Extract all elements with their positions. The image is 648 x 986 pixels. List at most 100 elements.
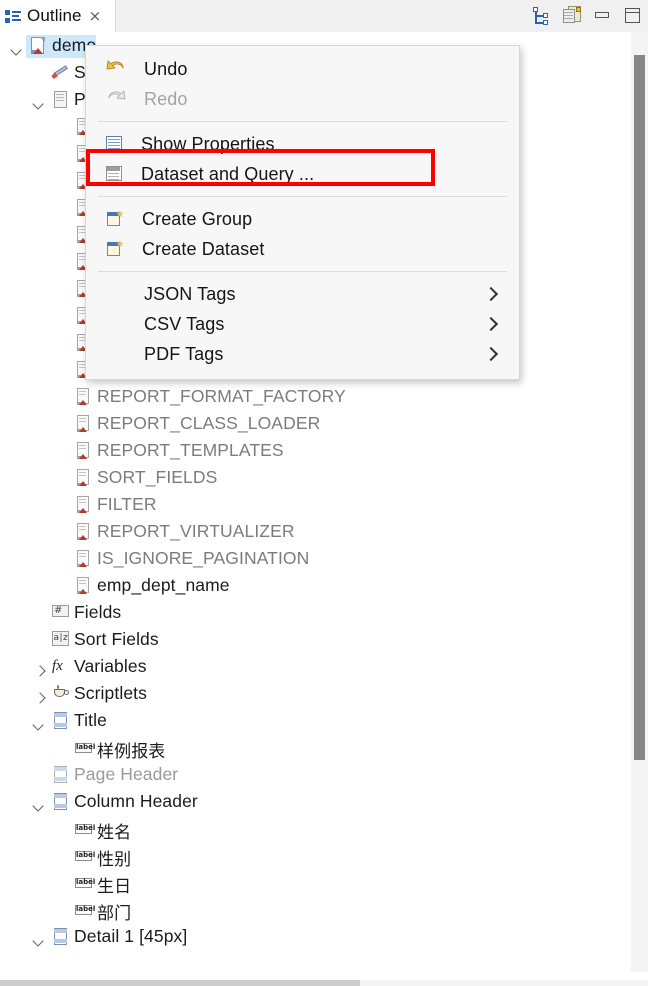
label-element-icon: label	[75, 823, 92, 836]
variables-fx-icon: fx	[52, 658, 70, 675]
tree-row-label: 部门	[97, 899, 131, 924]
context-menu[interactable]: UndoRedoShow PropertiesDataset and Query…	[85, 45, 520, 380]
parameter-icon	[75, 442, 92, 460]
tree-row-label: 姓名	[97, 818, 131, 843]
tree-row[interactable]: Scriptlets	[0, 681, 620, 708]
band-icon	[52, 712, 69, 730]
chevron-right-icon	[484, 287, 498, 301]
vertical-scrollbar[interactable]	[631, 32, 648, 972]
menu-item-csv-tags[interactable]: CSV Tags	[86, 309, 519, 339]
menu-icon	[106, 284, 126, 304]
tree-row-label: Sort Fields	[74, 629, 159, 650]
band-icon	[52, 928, 69, 946]
menu-item-label: PDF Tags	[144, 344, 224, 365]
tree-row-label: Page Header	[74, 764, 178, 785]
tree-row[interactable]: label样例报表	[0, 735, 620, 762]
outline-view-window: Outline × demoStylesParametersREPORT_RES…	[0, 0, 648, 986]
new-dataset-icon	[106, 240, 124, 258]
tree-row-label: REPORT_TEMPLATES	[97, 440, 284, 461]
tab-outline-label: Outline	[27, 6, 82, 26]
tree-row[interactable]: # Fields	[0, 600, 620, 627]
scriptlets-coffee-icon	[52, 685, 70, 701]
chevron-down-icon[interactable]	[34, 716, 46, 728]
tree-row[interactable]: REPORT_VIRTUALIZER	[0, 519, 620, 546]
menu-item-redo: Redo	[86, 84, 519, 114]
chevron-right-icon[interactable]	[34, 689, 46, 701]
dataset-and-query-highlight	[86, 149, 435, 186]
link-with-editor-icon[interactable]	[532, 6, 551, 25]
menu-item-label: JSON Tags	[144, 284, 236, 305]
menu-icon	[106, 344, 126, 364]
horizontal-scrollbar[interactable]	[0, 980, 648, 986]
horizontal-scrollbar-thumb[interactable]	[0, 980, 360, 986]
chevron-right-icon[interactable]	[34, 662, 46, 674]
menu-icon	[106, 314, 126, 334]
menu-item-undo[interactable]: Undo	[86, 54, 519, 84]
chevron-down-icon[interactable]	[34, 932, 46, 944]
tree-row-label: Column Header	[74, 791, 198, 812]
tree-row[interactable]: SORT_FIELDS	[0, 465, 620, 492]
menu-item-create-dataset[interactable]: Create Dataset	[86, 234, 519, 264]
view-toolbar	[532, 0, 642, 31]
tree-row[interactable]: Column Header	[0, 789, 620, 816]
tree-row[interactable]: IS_IGNORE_PAGINATION	[0, 546, 620, 573]
tree-row[interactable]: emp_dept_name	[0, 573, 620, 600]
chevron-down-icon[interactable]	[12, 41, 24, 53]
tree-row[interactable]: label性别	[0, 843, 620, 870]
parameter-icon	[75, 550, 92, 568]
menu-item-label: Create Group	[142, 209, 252, 230]
tree-row-label: SORT_FIELDS	[97, 467, 217, 488]
vertical-scrollbar-thumb[interactable]	[634, 55, 645, 760]
tree-row[interactable]: REPORT_FORMAT_FACTORY	[0, 384, 620, 411]
chevron-down-icon[interactable]	[34, 95, 46, 107]
close-icon[interactable]: ×	[89, 9, 102, 24]
tree-row[interactable]: a|z Sort Fields	[0, 627, 620, 654]
sort-fields-icon: a|z	[52, 631, 69, 647]
tree-row[interactable]: Page Header	[0, 762, 620, 789]
menu-separator	[98, 196, 507, 197]
minimize-icon[interactable]	[594, 8, 612, 24]
maximize-icon[interactable]	[624, 7, 642, 25]
tree-row[interactable]: label 姓名	[0, 816, 620, 843]
tree-row[interactable]: Detail 1 [45px]	[0, 924, 620, 951]
tree-row-label: Detail 1 [45px]	[74, 926, 187, 947]
parameter-icon	[75, 415, 92, 433]
menu-item-pdf-tags[interactable]: PDF Tags	[86, 339, 519, 369]
tree-row-label: IS_IGNORE_PAGINATION	[97, 548, 309, 569]
tree-row[interactable]: REPORT_TEMPLATES	[0, 438, 620, 465]
menu-item-create-group[interactable]: Create Group	[86, 204, 519, 234]
tree-row[interactable]: REPORT_CLASS_LOADER	[0, 411, 620, 438]
parameter-icon	[75, 388, 92, 406]
redo-icon	[106, 89, 126, 109]
tree-row-label: 生日	[97, 872, 131, 897]
menu-separator	[98, 121, 507, 122]
tree-row[interactable]: label 生日	[0, 870, 620, 897]
tree-row-label: Scriptlets	[74, 683, 147, 704]
tree-row[interactable]: FILTER	[0, 492, 620, 519]
menu-item-label: Create Dataset	[142, 239, 264, 260]
chevron-right-icon	[484, 317, 498, 331]
chevron-down-icon[interactable]	[34, 797, 46, 809]
menu-item-label: Undo	[144, 59, 187, 80]
tree-row-label: REPORT_VIRTUALIZER	[97, 521, 295, 542]
label-element-icon: label	[75, 877, 92, 890]
menu-item-label: Redo	[144, 89, 187, 110]
tree-row[interactable]: label 部门	[0, 897, 620, 924]
menu-item-label: CSV Tags	[144, 314, 225, 335]
tree-row-label: emp_dept_name	[97, 575, 230, 596]
tree-row[interactable]: fxVariables	[0, 654, 620, 681]
tree-row-label: Title	[74, 710, 107, 731]
tree-row-label: FILTER	[97, 494, 157, 515]
menu-item-json-tags[interactable]: JSON Tags	[86, 279, 519, 309]
tab-outline[interactable]: Outline ×	[0, 0, 116, 32]
outline-icon	[5, 8, 22, 25]
fields-icon: #	[52, 604, 69, 619]
parameters-folder-icon	[52, 91, 69, 109]
show-properties-view-icon[interactable]	[563, 6, 582, 25]
new-group-icon	[106, 210, 124, 228]
tree-row[interactable]: Title	[0, 708, 620, 735]
tree-row-label: Fields	[74, 602, 121, 623]
tree-row-label: 性别	[97, 845, 131, 870]
label-element-icon: label	[75, 904, 92, 917]
report-doc-icon	[30, 37, 47, 55]
